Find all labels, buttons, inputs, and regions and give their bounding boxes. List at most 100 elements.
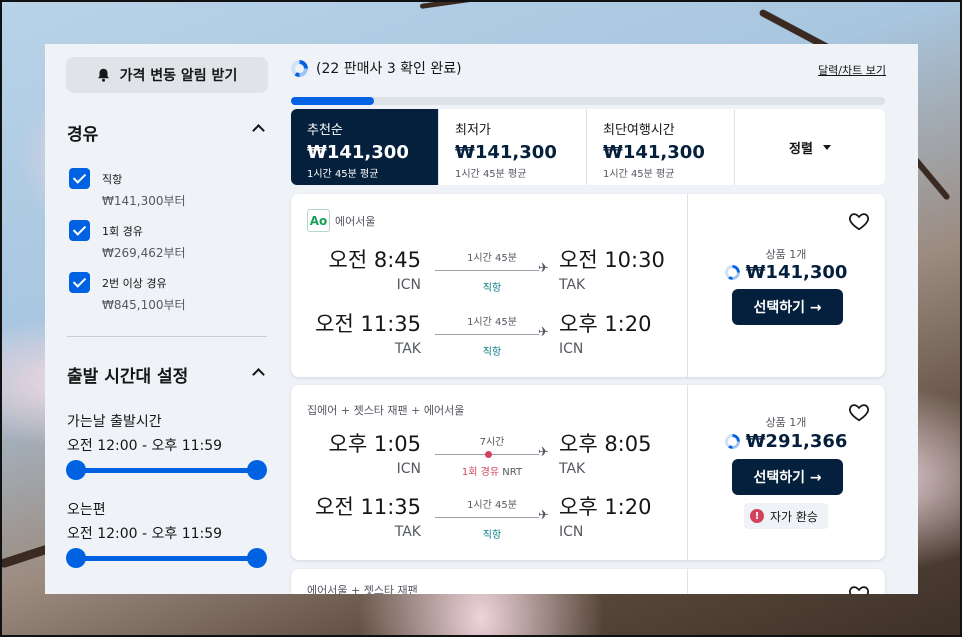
departure-airport: ICN (396, 461, 421, 477)
stop-info: 직항 (482, 347, 502, 358)
card-divider (687, 385, 688, 560)
stop-option-price: ₩845,100부터 (102, 298, 186, 312)
slider-handle-end[interactable] (247, 548, 267, 568)
return-time-range: 오전 12:00 - 오후 11:59 (67, 526, 223, 542)
carrier-info: Ao 에어서울 (307, 209, 375, 232)
price-alert-label: 가격 변동 알림 받기 (119, 68, 238, 84)
tab-average: 1시간 45분 평균 (307, 169, 379, 180)
carrier-info: 에어서울 + 젯스타 재팬 (307, 582, 418, 594)
route-line (435, 270, 539, 271)
arrival-time: 오후 1:20 (559, 312, 652, 336)
arrival-time: 오전 10:30 (559, 248, 665, 272)
stop-info: 직항 (482, 530, 502, 541)
search-status: (22 판매사 3 확인 완료) (291, 58, 462, 78)
tab-best[interactable]: 추천순 ₩141,300 1시간 45분 평균 (291, 109, 439, 185)
sort-dropdown[interactable]: 정렬 (735, 109, 885, 185)
deals-count: 상품 1개 (765, 416, 807, 429)
search-progress-fill (291, 97, 375, 105)
calendar-chart-link[interactable]: 달력/차트 보기 (818, 62, 886, 78)
price-value: ₩141,300 (745, 262, 848, 283)
outbound-leg: 오전 8:45 ICN 1시간 45분 ✈ 직항 오전 10:30 TAK (291, 244, 687, 304)
select-button[interactable]: 선택하기 → (732, 289, 843, 325)
layover-dot (485, 451, 492, 458)
checkbox-two-plus-stops[interactable] (69, 272, 90, 293)
departure-airport: TAK (394, 524, 421, 540)
departure-times-heading: 출발 시간대 설정 (67, 367, 189, 387)
flight-duration: 1시간 45분 (467, 317, 517, 328)
card-divider (687, 569, 688, 594)
slider-handle-start[interactable] (66, 548, 86, 568)
card-divider (687, 194, 688, 377)
caret-down-icon (822, 144, 831, 150)
checkbox-direct[interactable] (69, 168, 90, 189)
slider-handle-end[interactable] (247, 460, 267, 480)
price: ₩141,300 (687, 262, 885, 283)
return-time-slider[interactable] (66, 548, 267, 568)
stop-info: 직항 (482, 283, 502, 294)
self-transfer-badge: ! 자가 환승 (744, 503, 828, 529)
heart-icon[interactable] (848, 210, 870, 232)
plane-icon: ✈ (538, 508, 549, 523)
departure-time: 오전 11:35 (315, 495, 421, 519)
tab-cheapest[interactable]: 최저가 ₩141,300 1시간 45분 평균 (439, 109, 587, 185)
arrival-airport: ICN (559, 341, 584, 357)
stop-count: 1회 경유 (461, 467, 500, 478)
flight-result-card[interactable]: 집에어 + 젯스타 재팬 + 에어서울 오후 1:05 ICN 7시간 ✈ 1회… (291, 385, 885, 560)
carrier-name: 집에어 + 젯스타 재팬 + 에어서울 (307, 404, 465, 417)
tab-average: 1시간 45분 평균 (603, 169, 675, 180)
flight-result-card[interactable]: 에어서울 + 젯스타 재팬 (291, 569, 885, 594)
badge-label: 자가 환승 (770, 509, 818, 524)
deals-count: 상품 1개 (765, 248, 807, 261)
price-value: ₩291,366 (745, 431, 848, 452)
stop-option-price: ₩141,300부터 (102, 194, 186, 208)
arrival-time: 오후 1:20 (559, 495, 652, 519)
filter-sidebar: 가격 변동 알림 받기 경유 직항 ₩141,300부터 1회 경유 ₩269,… (45, 44, 285, 594)
bell-icon (97, 68, 109, 82)
outbound-time-slider[interactable] (66, 460, 267, 480)
warning-icon: ! (750, 509, 764, 523)
plane-icon: ✈ (538, 325, 549, 340)
slider-handle-start[interactable] (66, 460, 86, 480)
outbound-time-label: 가는날 출발시간 (67, 414, 162, 430)
departure-time: 오후 1:05 (328, 432, 421, 456)
return-leg: 오전 11:35 TAK 1시간 45분 ✈ 직항 오후 1:20 ICN (291, 491, 687, 551)
departure-airport: TAK (394, 341, 421, 357)
tab-name: 추천순 (307, 123, 343, 138)
tab-price: ₩141,300 (455, 142, 557, 163)
stop-airport: NRT (502, 467, 523, 478)
airline-logo: Ao (307, 209, 330, 232)
tab-fastest[interactable]: 최단여행시간 ₩141,300 1시간 45분 평균 (587, 109, 735, 185)
plane-icon: ✈ (538, 261, 549, 276)
loading-spinner-icon (724, 265, 740, 280)
return-leg: 오전 11:35 TAK 1시간 45분 ✈ 직항 오후 1:20 ICN (291, 308, 687, 368)
stop-option-label: 직항 (102, 173, 123, 186)
background-branch (419, 0, 550, 9)
carrier-info: 집에어 + 젯스타 재팬 + 에어서울 (307, 402, 464, 418)
flight-result-card[interactable]: Ao 에어서울 오전 8:45 ICN 1시간 45분 ✈ 직항 오전 10:3… (291, 194, 885, 377)
results-area: (22 판매사 3 확인 완료) 달력/차트 보기 추천순 ₩141,300 1… (291, 44, 918, 594)
flight-duration: 1시간 45분 (467, 500, 517, 511)
arrival-airport: TAK (559, 461, 586, 477)
stop-option-label: 2번 이상 경유 (102, 277, 167, 290)
outbound-leg: 오후 1:05 ICN 7시간 ✈ 1회 경유 NRT 오후 8:05 TAK (291, 428, 687, 488)
tab-price: ₩141,300 (603, 142, 705, 163)
select-button[interactable]: 선택하기 → (732, 459, 843, 495)
stop-info: 1회 경유 NRT (435, 463, 549, 478)
arrival-airport: TAK (559, 277, 586, 293)
status-text: (22 판매사 3 확인 완료) (316, 61, 462, 77)
arrival-time: 오후 8:05 (559, 432, 652, 456)
tab-price: ₩141,300 (307, 142, 409, 163)
price-alert-button[interactable]: 가격 변동 알림 받기 (66, 57, 268, 93)
chevron-up-icon[interactable] (252, 368, 265, 381)
checkbox-one-stop[interactable] (69, 220, 90, 241)
carrier-name: 에어서울 + 젯스타 재팬 (307, 584, 418, 594)
stop-option-price: ₩269,462부터 (102, 246, 186, 260)
loading-spinner-icon (291, 59, 308, 77)
chevron-up-icon[interactable] (252, 124, 265, 137)
heart-icon[interactable] (848, 583, 870, 594)
sort-dropdown-label: 정렬 (789, 141, 813, 157)
tab-name: 최단여행시간 (603, 123, 675, 138)
price: ₩291,366 (687, 431, 885, 452)
tab-average: 1시간 45분 평균 (455, 169, 527, 180)
departure-time: 오전 11:35 (315, 312, 421, 336)
